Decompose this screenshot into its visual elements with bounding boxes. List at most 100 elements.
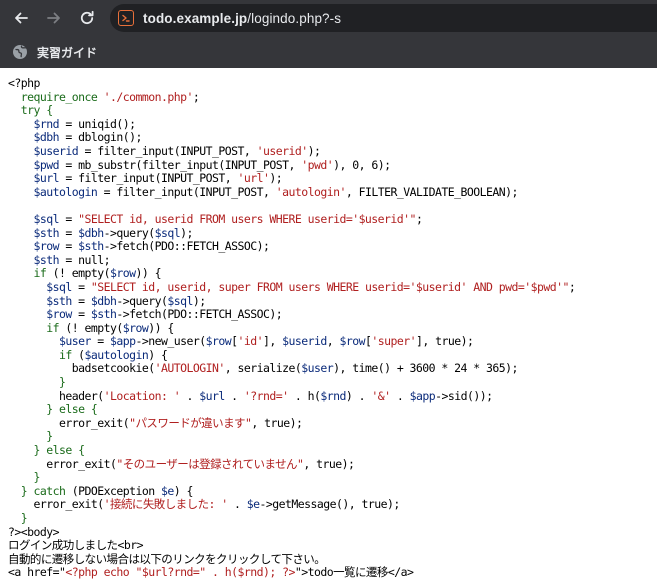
- code-token: $row: [110, 266, 136, 281]
- back-button[interactable]: [10, 7, 32, 29]
- code-token: $url: [199, 388, 225, 403]
- code-token: $url: [8, 171, 59, 186]
- code-token: =: [71, 307, 91, 322]
- code-token: );: [192, 293, 206, 308]
- code-token: $sql: [154, 225, 181, 240]
- code-token: ), 0, 6);: [333, 157, 391, 172]
- code-token: ;: [568, 279, 576, 294]
- code-token: ) {: [173, 483, 194, 498]
- code-line: }: [8, 511, 657, 526]
- code-line: $url = filter_input(INPUT_POST, 'url');: [8, 171, 657, 186]
- code-token: , true);: [251, 415, 303, 430]
- reload-icon: [80, 10, 94, 25]
- browser-chrome: todo.example.jp/logindo.php?-s 実習ガイド: [0, 0, 657, 68]
- code-token: <?php: [8, 76, 40, 90]
- code-token: ],: [262, 334, 283, 349]
- globe-icon: [13, 45, 27, 59]
- code-token: $e: [246, 497, 260, 512]
- code-token: $sth: [90, 307, 117, 322]
- code-token: '?rnd=': [243, 388, 289, 403]
- code-line: }: [8, 430, 657, 444]
- code-line: require_once './common.php';: [8, 89, 657, 105]
- code-token: $app: [409, 388, 436, 403]
- code-line: $sql = "SELECT id, userid, super FROM us…: [8, 279, 657, 295]
- code-line: $sql = "SELECT id, userid FROM users WHE…: [8, 211, 657, 227]
- code-token: );: [307, 143, 321, 158]
- code-line: try {: [8, 103, 657, 118]
- code-line: }: [8, 375, 657, 390]
- code-token: =: [71, 279, 91, 294]
- code-line: $sth = $dbh->query($sql);: [8, 225, 657, 241]
- forward-button[interactable]: [43, 7, 65, 29]
- address-bar[interactable]: todo.example.jp/logindo.php?-s: [110, 4, 657, 32]
- code-token: 'url': [237, 171, 270, 186]
- code-token: ->fetch(PDO::FETCH_ASSOC);: [103, 239, 270, 254]
- code-token: , true);: [303, 456, 355, 471]
- code-token: $sth: [8, 225, 59, 240]
- code-token: );: [180, 225, 193, 240]
- reload-button[interactable]: [76, 7, 98, 29]
- code-line: $user = $app->new_user($row['id'], $user…: [8, 334, 657, 349]
- code-token: = dblogin();: [59, 130, 142, 145]
- bookmark-guide[interactable]: 実習ガイド: [12, 44, 97, 61]
- code-token: $rnd: [320, 388, 346, 403]
- code-token: $autologin: [8, 184, 98, 199]
- code-token: $sth: [78, 239, 104, 254]
- code-token: ) .: [345, 388, 372, 403]
- code-line: ログイン成功しました<br>: [8, 538, 657, 553]
- code-token: $pwd: [8, 157, 59, 172]
- code-token: ;: [192, 89, 200, 104]
- code-token: , serialize(: [224, 361, 302, 376]
- code-token: "SELECT id, userid FROM users WHERE user…: [78, 211, 416, 226]
- url-host: todo.example.jp: [143, 10, 248, 26]
- code-token: $dbh: [8, 130, 59, 145]
- code-line: }: [8, 470, 657, 485]
- code-token: try {: [8, 103, 53, 118]
- code-token: $userid: [282, 334, 327, 349]
- code-token: )) {: [135, 266, 162, 281]
- code-token: if: [8, 347, 72, 362]
- code-line: if (! empty($row)) {: [8, 267, 657, 281]
- code-token: ログイン成功しました<br>: [8, 538, 144, 553]
- code-token: .: [390, 388, 410, 403]
- code-line: ?><body>: [8, 525, 657, 540]
- code-token: = null;: [59, 252, 110, 267]
- code-token: "SELECT id, userid, super FROM users WHE…: [90, 279, 570, 294]
- code-token: $sth: [8, 252, 59, 267]
- code-token: ->query(: [116, 293, 168, 308]
- code-token: $e: [160, 483, 174, 498]
- code-token: header(: [8, 388, 104, 403]
- code-token: $rnd: [8, 116, 59, 131]
- code-token: 'autologin': [275, 184, 347, 199]
- code-token: . h(: [288, 388, 321, 403]
- code-line: } else {: [8, 443, 657, 458]
- code-token: = mb_substr(filter_input(INPUT_POST,: [59, 157, 302, 172]
- code-token: );: [269, 171, 283, 186]
- code-token: $row: [339, 334, 365, 349]
- code-token: ->getMessage(), true);: [259, 497, 401, 512]
- code-token: ->query(: [103, 225, 156, 240]
- code-line: <a href="<?php echo "$url?rnd=" . h($rnd…: [8, 566, 657, 580]
- code-token: require_once: [8, 89, 104, 104]
- code-line: <?php: [8, 76, 657, 91]
- code-token: if: [8, 266, 47, 281]
- code-token: = filter_input(INPUT_POST,: [59, 171, 238, 186]
- url-path: /logindo.php?-s: [247, 10, 342, 26]
- code-token: =: [59, 225, 79, 240]
- code-token: }: [8, 429, 53, 444]
- code-token: '接続に失敗しました: ': [103, 497, 229, 512]
- code-token: } else {: [8, 443, 85, 458]
- code-token: }: [8, 470, 40, 485]
- code-token: error_exit(: [8, 456, 117, 471]
- site-favicon-icon: [118, 10, 134, 26]
- code-token: error_exit(: [8, 497, 104, 512]
- code-token: .: [224, 388, 244, 403]
- code-token: $sth: [8, 293, 72, 308]
- code-token: './common.php': [103, 89, 194, 104]
- code-token: "パスワードが違います": [129, 415, 252, 430]
- page-content: <?php require_once './common.php'; try {…: [0, 68, 657, 581]
- bookmarks-bar: 実習ガイド: [0, 36, 657, 68]
- code-token: $sql: [8, 279, 72, 294]
- code-token: ) {: [148, 347, 168, 362]
- browser-toolbar: todo.example.jp/logindo.php?-s: [0, 0, 657, 36]
